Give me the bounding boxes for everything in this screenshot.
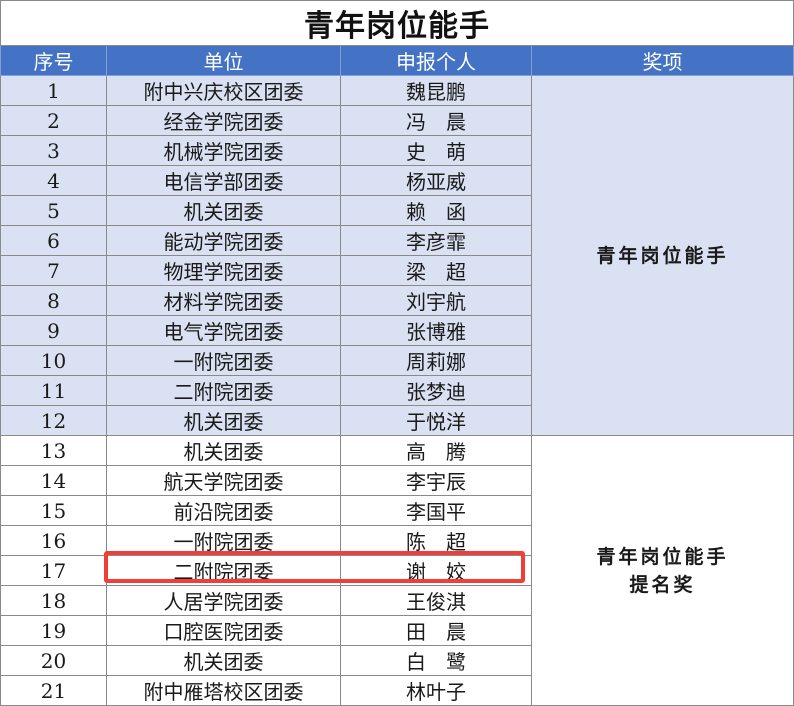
row-unit: 经金学院团委	[106, 105, 341, 136]
row-unit: 机关团委	[106, 435, 341, 466]
row-applicant: 刘宇航	[340, 285, 532, 316]
row-no: 21	[0, 675, 107, 706]
award-line-1: 青年岗位能手	[596, 545, 729, 568]
row-unit: 一附院团委	[106, 525, 341, 556]
row-unit: 物理学院团委	[106, 255, 341, 286]
row-no: 1	[0, 75, 107, 106]
table-row: 1 附中兴庆校区团委 魏昆鹏 青年岗位能手	[0, 75, 794, 436]
row-no: 2	[0, 105, 107, 136]
row-unit: 材料学院团委	[106, 285, 341, 316]
row-no: 18	[0, 585, 107, 616]
award-cell-group1: 青年岗位能手	[531, 75, 794, 436]
row-applicant: 史 萌	[340, 135, 532, 166]
row-no: 14	[0, 465, 107, 496]
row-no: 11	[0, 375, 107, 406]
row-applicant: 魏昆鹏	[340, 75, 532, 106]
row-applicant: 张博雅	[340, 315, 532, 346]
row-unit: 附中兴庆校区团委	[106, 75, 341, 106]
row-unit: 机关团委	[106, 405, 341, 436]
row-no: 19	[0, 615, 107, 646]
row-no: 4	[0, 165, 107, 196]
row-unit: 机关团委	[106, 645, 341, 676]
sheet-title: 青年岗位能手	[0, 0, 794, 46]
header-unit: 单位	[106, 45, 341, 76]
row-no: 17	[0, 555, 107, 586]
row-no: 8	[0, 285, 107, 316]
row-no: 20	[0, 645, 107, 676]
row-applicant: 谢 姣	[340, 555, 532, 586]
row-applicant: 陈 超	[340, 525, 532, 556]
row-applicant: 林叶子	[340, 675, 532, 706]
row-applicant: 李宇辰	[340, 465, 532, 496]
row-no: 9	[0, 315, 107, 346]
row-unit: 二附院团委	[106, 555, 341, 586]
row-applicant: 王俊淇	[340, 585, 532, 616]
row-applicant: 白 鹭	[340, 645, 532, 676]
row-applicant: 赖 函	[340, 195, 532, 226]
row-unit: 前沿院团委	[106, 495, 341, 526]
row-unit: 航天学院团委	[106, 465, 341, 496]
row-unit: 口腔医院团委	[106, 615, 341, 646]
row-applicant: 于悦洋	[340, 405, 532, 436]
row-no: 7	[0, 255, 107, 286]
award-table: 青年岗位能手 序号 单位 申报个人 奖项 1 附中兴庆校区团委 魏昆鹏 青年岗位…	[0, 0, 794, 706]
row-unit: 机械学院团委	[106, 135, 341, 166]
row-unit: 人居学院团委	[106, 585, 341, 616]
row-no: 12	[0, 405, 107, 436]
row-applicant: 李国平	[340, 495, 532, 526]
row-applicant: 梁 超	[340, 255, 532, 286]
row-no: 6	[0, 225, 107, 256]
row-no: 16	[0, 525, 107, 556]
row-no: 5	[0, 195, 107, 226]
row-unit: 附中雁塔校区团委	[106, 675, 341, 706]
row-unit: 能动学院团委	[106, 225, 341, 256]
row-unit: 一附院团委	[106, 345, 341, 376]
row-unit: 二附院团委	[106, 375, 341, 406]
row-applicant: 张梦迪	[340, 375, 532, 406]
row-applicant: 田 晨	[340, 615, 532, 646]
table-row: 13 机关团委 高 腾 青年岗位能手 提名奖	[0, 435, 794, 706]
row-no: 15	[0, 495, 107, 526]
row-applicant: 高 腾	[340, 435, 532, 466]
row-no: 10	[0, 345, 107, 376]
row-no: 3	[0, 135, 107, 166]
header-award: 奖项	[531, 45, 794, 76]
award-line-2: 提名奖	[629, 573, 696, 596]
award-sheet: 青年岗位能手 序号 单位 申报个人 奖项 1 附中兴庆校区团委 魏昆鹏 青年岗位…	[0, 0, 794, 706]
row-no: 13	[0, 435, 107, 466]
row-applicant: 李彦霏	[340, 225, 532, 256]
row-applicant: 杨亚威	[340, 165, 532, 196]
header-applicant: 申报个人	[340, 45, 532, 76]
row-unit: 电气学院团委	[106, 315, 341, 346]
header-no: 序号	[0, 45, 107, 76]
row-unit: 机关团委	[106, 195, 341, 226]
award-cell-group2: 青年岗位能手 提名奖	[531, 435, 794, 706]
row-unit: 电信学部团委	[106, 165, 341, 196]
row-applicant: 冯 晨	[340, 105, 532, 136]
row-applicant: 周莉娜	[340, 345, 532, 376]
